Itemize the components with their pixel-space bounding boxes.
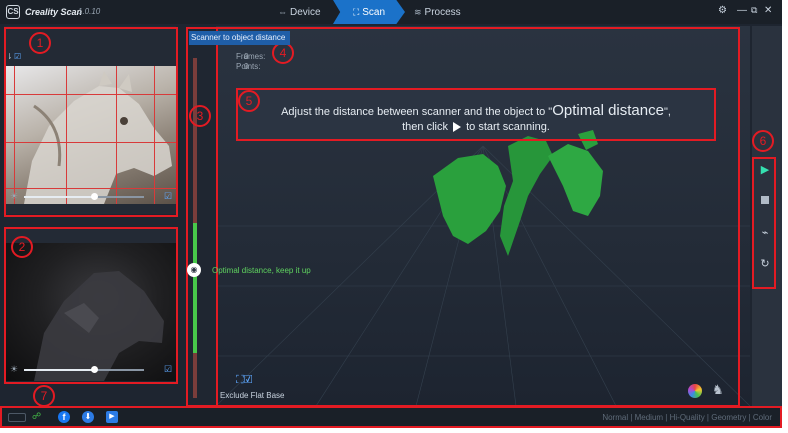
camera-distance-pointer-icon: ◉ [187,263,201,277]
annotation-box-6 [752,157,776,289]
gear-icon[interactable]: ⚙ [718,5,727,16]
annotation-label-3: 3 [189,105,211,127]
annotation-label-1: 1 [29,32,51,54]
layers-icon: ≋ [414,7,422,17]
restore-button[interactable]: ⧉ [751,5,757,16]
annotation-box-3 [186,27,218,407]
app-logo-icon: CS [6,5,20,19]
annotation-label-4: 4 [272,42,294,64]
annotation-label-7: 7 [33,385,55,407]
device-icon: ⇔ [278,7,287,17]
step-process[interactable]: ≋ Process [414,0,461,24]
annotation-box-1 [4,27,178,217]
app-name: Creality Scan [25,7,83,17]
distance-status-text: Optimal distance, keep it up [212,266,311,275]
title-bar: CS Creality Scan 1.0.10 ⇔ Device ⛶ Scan ≋ P… [0,0,782,24]
scan-icon: ⛶ [352,7,360,17]
app-version: 1.0.10 [78,7,101,16]
step-device-label: Device [290,7,321,18]
annotation-box-7 [0,406,782,428]
step-device[interactable]: ⇔ Device [278,0,321,24]
annotation-label-5: 5 [238,90,260,112]
step-process-label: Process [424,7,461,18]
annotation-label-6: 6 [752,130,774,152]
minimize-button[interactable]: — [737,5,747,16]
distance-meter-label: Scanner to object distance [189,31,290,45]
step-scan[interactable]: ⛶ Scan [333,0,405,24]
step-scan-label: Scan [362,7,386,18]
close-button[interactable]: ✕ [764,5,772,16]
annotation-box-5 [236,88,716,141]
annotation-box-4 [216,27,740,407]
annotation-label-2: 2 [11,236,33,258]
